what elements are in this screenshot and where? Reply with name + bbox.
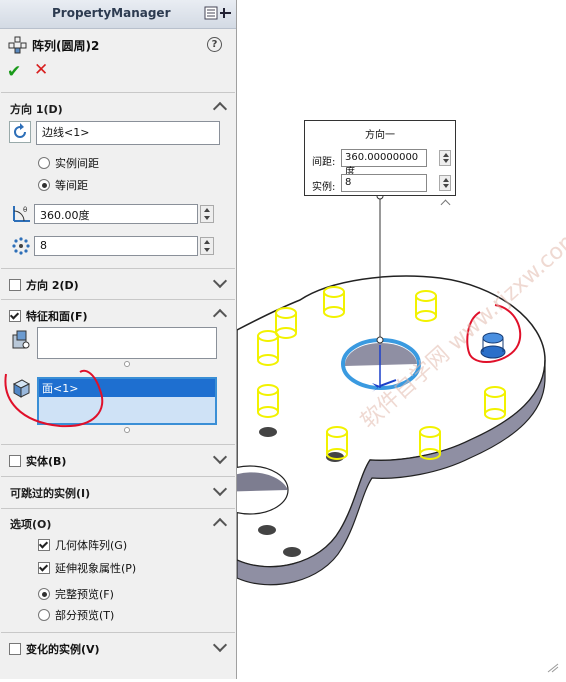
pin-icon[interactable]	[204, 6, 232, 20]
features-faces-title: 特征和面(F)	[26, 310, 88, 323]
direction2-checkbox[interactable]	[9, 279, 21, 291]
resize-handle[interactable]	[124, 361, 130, 367]
circular-pattern-icon	[8, 36, 27, 54]
expand-icon[interactable]	[212, 481, 228, 497]
varying-instances-header[interactable]: 变化的实例(V)	[9, 641, 100, 657]
bodies-section: 实体(B)	[1, 444, 235, 473]
svg-text:θ: θ	[23, 206, 27, 214]
angle-icon: θ	[13, 206, 30, 222]
red-annotation-left	[4, 369, 104, 428]
full-preview-label: 完整预览(F)	[55, 588, 114, 601]
varying-instances-checkbox[interactable]	[9, 643, 21, 655]
features-faces-header[interactable]: 特征和面(F)	[9, 308, 88, 324]
direction2-section: 方向 2(D)	[1, 268, 235, 297]
equal-spacing-label: 等间距	[55, 179, 88, 192]
radio-equal-spacing[interactable]	[38, 179, 50, 191]
geometry-pattern-label: 几何体阵列(G)	[55, 539, 128, 552]
cancel-button[interactable]: ✕	[34, 60, 48, 80]
radio-instance-spacing[interactable]	[38, 157, 50, 169]
callout-spacing-spinner[interactable]	[439, 150, 451, 166]
bodies-header[interactable]: 实体(B)	[9, 453, 66, 469]
radio-full-preview[interactable]	[38, 588, 50, 600]
skip-instances-title[interactable]: 可跳过的实例(I)	[10, 485, 90, 501]
collapse-icon[interactable]	[212, 101, 228, 117]
angle-spinner[interactable]	[200, 205, 214, 223]
callout-spacing-field[interactable]: 360.00000000度	[341, 149, 427, 178]
features-faces-checkbox[interactable]	[9, 310, 21, 322]
features-list[interactable]	[37, 327, 217, 359]
bodies-title: 实体(B)	[26, 455, 67, 468]
ok-button[interactable]: ✔	[7, 62, 21, 82]
propagate-label: 延伸视象属性(P)	[55, 562, 137, 575]
feature-title: 阵列(圆周)2	[32, 38, 100, 53]
property-manager-header: PropertyManager	[0, 0, 236, 29]
instances-count-field[interactable]: 8	[34, 236, 198, 256]
corner-grip-icon	[547, 663, 559, 673]
small-hole[interactable]	[259, 427, 277, 437]
callout-spacing-label: 间距:	[312, 157, 336, 168]
graphics-viewport[interactable]: 软件自学网 www.rjzxw.com	[211, 0, 566, 679]
varying-instances-section: 变化的实例(V)	[1, 632, 235, 661]
property-manager-pane: PropertyManager 阵列(圆周)2 ? ✔ ✕ 方向 1(D) 边线…	[0, 0, 237, 679]
direction-edge-field[interactable]: 边线<1>	[36, 121, 220, 145]
options-title[interactable]: 选项(O)	[10, 516, 51, 532]
expand-icon[interactable]	[212, 449, 228, 465]
model-view[interactable]: 软件自学网 www.rjzxw.com	[211, 0, 566, 679]
geometry-pattern-option[interactable]: 几何体阵列(G)	[38, 537, 127, 553]
bodies-checkbox[interactable]	[9, 455, 21, 467]
instances-count-icon	[12, 237, 30, 255]
callout-count-label: 实例:	[312, 182, 336, 193]
rotate-arrow-icon	[14, 123, 26, 138]
propagate-checkbox[interactable]	[38, 562, 50, 574]
radio-partial-preview[interactable]	[38, 609, 50, 621]
expand-icon[interactable]	[212, 637, 228, 653]
resize-handle[interactable]	[124, 427, 130, 433]
direction2-title: 方向 2(D)	[26, 279, 79, 292]
angle-field[interactable]: 360.00度	[34, 204, 198, 224]
callout-title: 方向一	[365, 130, 395, 141]
direction1-title[interactable]: 方向 1(D)	[10, 101, 63, 117]
skip-instances-section: 可跳过的实例(I)	[1, 476, 235, 505]
expand-icon[interactable]	[212, 273, 228, 289]
propagate-option[interactable]: 延伸视象属性(P)	[38, 560, 136, 576]
help-icon[interactable]: ?	[207, 37, 222, 52]
instance-spacing-label: 实例间距	[55, 157, 99, 170]
varying-instances-title: 变化的实例(V)	[26, 643, 100, 656]
collapse-icon[interactable]	[212, 517, 228, 533]
small-hole[interactable]	[283, 547, 301, 557]
geometry-pattern-checkbox[interactable]	[38, 539, 50, 551]
full-preview-option[interactable]: 完整预览(F)	[38, 586, 114, 602]
direction-callout: 方向一 间距: 360.00000000度 实例: 8	[304, 120, 456, 196]
partial-preview-option[interactable]: 部分预览(T)	[38, 607, 114, 623]
reverse-direction-button[interactable]	[9, 121, 31, 143]
callout-count-field[interactable]: 8	[341, 174, 427, 192]
count-spinner[interactable]	[200, 237, 214, 255]
callout-count-spinner[interactable]	[439, 175, 451, 191]
instance-spacing-option[interactable]: 实例间距	[38, 155, 99, 171]
leader-anchor	[376, 336, 384, 344]
header-title: PropertyManager	[52, 6, 171, 20]
collapse-icon[interactable]	[212, 308, 228, 324]
direction2-header[interactable]: 方向 2(D)	[9, 277, 79, 293]
features-to-pattern-icon	[12, 330, 30, 349]
equal-spacing-option[interactable]: 等间距	[38, 177, 88, 193]
partial-preview-label: 部分预览(T)	[55, 609, 115, 622]
feature-title-row: 阵列(圆周)2	[8, 36, 99, 54]
small-hole[interactable]	[258, 525, 276, 535]
